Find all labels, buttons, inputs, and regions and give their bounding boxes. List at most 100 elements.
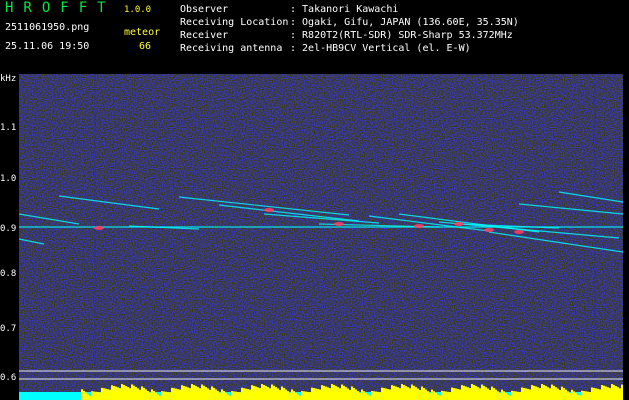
level-bar bbox=[443, 391, 445, 400]
level-bar bbox=[307, 391, 309, 400]
level-bar bbox=[491, 386, 493, 400]
level-bar bbox=[165, 391, 167, 400]
level-bar bbox=[313, 388, 315, 400]
level-bar bbox=[593, 387, 595, 400]
level-bar bbox=[617, 387, 619, 400]
level-bar bbox=[255, 386, 257, 400]
level-bar bbox=[415, 387, 417, 400]
level-bar bbox=[177, 389, 179, 400]
level-bar bbox=[203, 385, 205, 400]
level-bar bbox=[461, 385, 463, 400]
level-bar bbox=[487, 388, 489, 400]
level-bar bbox=[299, 395, 301, 400]
y-tick-label: 0.9 bbox=[0, 224, 17, 234]
level-bar bbox=[479, 388, 481, 400]
meteor-echo bbox=[514, 230, 524, 234]
level-bar bbox=[143, 387, 145, 400]
level-bar bbox=[291, 389, 293, 400]
level-bar bbox=[425, 389, 427, 400]
level-bar bbox=[503, 391, 505, 400]
level-bar bbox=[91, 391, 93, 400]
level-bar bbox=[211, 386, 213, 400]
level-bar bbox=[557, 388, 559, 400]
spectrogram-noise bbox=[19, 74, 623, 400]
level-bar bbox=[159, 395, 161, 400]
level-bar bbox=[619, 388, 621, 400]
level-bar bbox=[539, 388, 541, 400]
capture-datetime: 25.11.06 19:50 bbox=[5, 41, 90, 52]
level-bar bbox=[149, 392, 151, 400]
level-bar bbox=[87, 394, 89, 400]
level-bar bbox=[523, 387, 525, 400]
level-bar bbox=[437, 394, 439, 400]
receiver-value: : R820T2(RTL-SDR) SDR-Sharp 53.372MHz bbox=[290, 30, 513, 41]
level-bar bbox=[113, 385, 115, 400]
level-bar bbox=[397, 387, 399, 400]
level-bar bbox=[341, 384, 343, 400]
observer-value: : Takanori Kawachi bbox=[290, 4, 399, 15]
level-bar bbox=[233, 391, 235, 400]
level-bar bbox=[343, 385, 345, 400]
level-bar bbox=[613, 385, 615, 400]
level-bar bbox=[583, 391, 585, 400]
level-bar bbox=[499, 392, 501, 400]
level-bar bbox=[403, 385, 405, 400]
level-bar bbox=[543, 385, 545, 400]
level-bar bbox=[383, 388, 385, 400]
level-bar bbox=[381, 387, 383, 400]
level-bar bbox=[511, 390, 513, 400]
level-bar bbox=[335, 386, 337, 400]
level-bar bbox=[151, 389, 153, 400]
level-bar bbox=[263, 385, 265, 400]
level-bar bbox=[157, 394, 159, 400]
level-bar bbox=[89, 395, 91, 400]
level-bar bbox=[439, 395, 441, 400]
level-bar bbox=[175, 388, 177, 400]
level-bar bbox=[127, 387, 129, 400]
level-bar bbox=[531, 385, 533, 400]
level-bar bbox=[249, 389, 251, 400]
level-bar bbox=[179, 389, 181, 400]
level-bar bbox=[95, 391, 97, 400]
level-bar bbox=[173, 388, 175, 400]
y-axis-unit: kHz bbox=[0, 74, 17, 84]
y-tick-label: 1.0 bbox=[0, 174, 17, 184]
level-bar bbox=[205, 387, 207, 400]
level-bar bbox=[483, 385, 485, 400]
level-bar bbox=[287, 391, 289, 400]
level-bar bbox=[311, 387, 313, 400]
level-bar bbox=[429, 392, 431, 400]
level-bar bbox=[277, 388, 279, 400]
level-bar bbox=[509, 395, 511, 400]
level-bar bbox=[521, 387, 523, 400]
level-bar bbox=[279, 389, 281, 400]
level-bar bbox=[551, 384, 553, 400]
level-bar bbox=[145, 389, 147, 400]
level-bar bbox=[535, 386, 537, 400]
level-bar bbox=[273, 385, 275, 400]
level-bar bbox=[137, 388, 139, 400]
level-bar bbox=[493, 388, 495, 400]
level-bar bbox=[559, 390, 561, 400]
level-bar bbox=[393, 385, 395, 400]
meteor-echo bbox=[484, 228, 494, 232]
level-bar bbox=[615, 386, 617, 400]
level-bar bbox=[339, 388, 341, 400]
level-bar bbox=[405, 386, 407, 400]
level-bar bbox=[475, 386, 477, 400]
level-bar bbox=[243, 388, 245, 400]
level-bar bbox=[355, 389, 357, 400]
level-bar bbox=[357, 391, 359, 400]
level-bar bbox=[451, 387, 453, 400]
level-bar bbox=[229, 395, 231, 400]
level-bar bbox=[259, 388, 261, 400]
level-bar bbox=[251, 385, 253, 400]
level-bar bbox=[497, 391, 499, 400]
level-bar bbox=[385, 388, 387, 400]
level-bar bbox=[395, 386, 397, 400]
level-bar bbox=[471, 384, 473, 400]
level-bar bbox=[231, 391, 233, 400]
level-bar bbox=[369, 395, 371, 400]
level-bar bbox=[245, 388, 247, 400]
level-bar bbox=[529, 389, 531, 400]
